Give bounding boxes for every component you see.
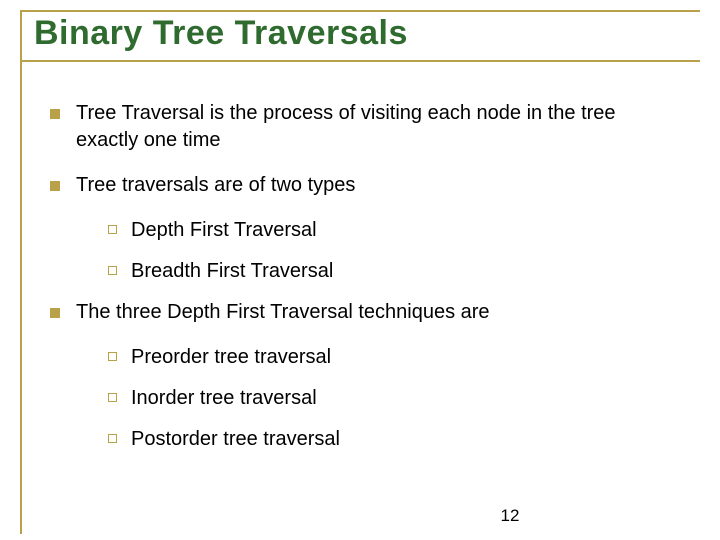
- bullet-text: Tree traversals are of two types: [76, 172, 680, 199]
- bullet-text: Tree Traversal is the process of visitin…: [76, 100, 680, 154]
- bullet-text: Preorder tree traversal: [131, 344, 680, 371]
- slide-title: Binary Tree Traversals: [34, 14, 408, 53]
- bullet-level2: Breadth First Traversal: [108, 258, 680, 285]
- bullet-level2: Depth First Traversal: [108, 217, 680, 244]
- hollow-square-bullet-icon: [108, 434, 117, 443]
- bullet-level2: Preorder tree traversal: [108, 344, 680, 371]
- bullet-text: Depth First Traversal: [131, 217, 680, 244]
- sublist: Preorder tree traversal Inorder tree tra…: [108, 344, 680, 453]
- slide-content: Tree Traversal is the process of visitin…: [50, 100, 680, 467]
- square-bullet-icon: [50, 181, 60, 191]
- square-bullet-icon: [50, 308, 60, 318]
- square-bullet-icon: [50, 109, 60, 119]
- bullet-text: Breadth First Traversal: [131, 258, 680, 285]
- hollow-square-bullet-icon: [108, 225, 117, 234]
- bullet-level1: The three Depth First Traversal techniqu…: [50, 299, 680, 326]
- hollow-square-bullet-icon: [108, 266, 117, 275]
- bullet-text: Postorder tree traversal: [131, 426, 680, 453]
- rule-under-title: [20, 60, 700, 62]
- sublist: Depth First Traversal Breadth First Trav…: [108, 217, 680, 285]
- hollow-square-bullet-icon: [108, 393, 117, 402]
- rule-top: [20, 10, 700, 12]
- bullet-level1: Tree Traversal is the process of visitin…: [50, 100, 680, 154]
- bullet-level2: Inorder tree traversal: [108, 385, 680, 412]
- bullet-text: The three Depth First Traversal techniqu…: [76, 299, 680, 326]
- page-number: 12: [0, 506, 720, 526]
- rule-left: [20, 10, 22, 534]
- hollow-square-bullet-icon: [108, 352, 117, 361]
- bullet-level1: Tree traversals are of two types: [50, 172, 680, 199]
- bullet-level2: Postorder tree traversal: [108, 426, 680, 453]
- bullet-text: Inorder tree traversal: [131, 385, 680, 412]
